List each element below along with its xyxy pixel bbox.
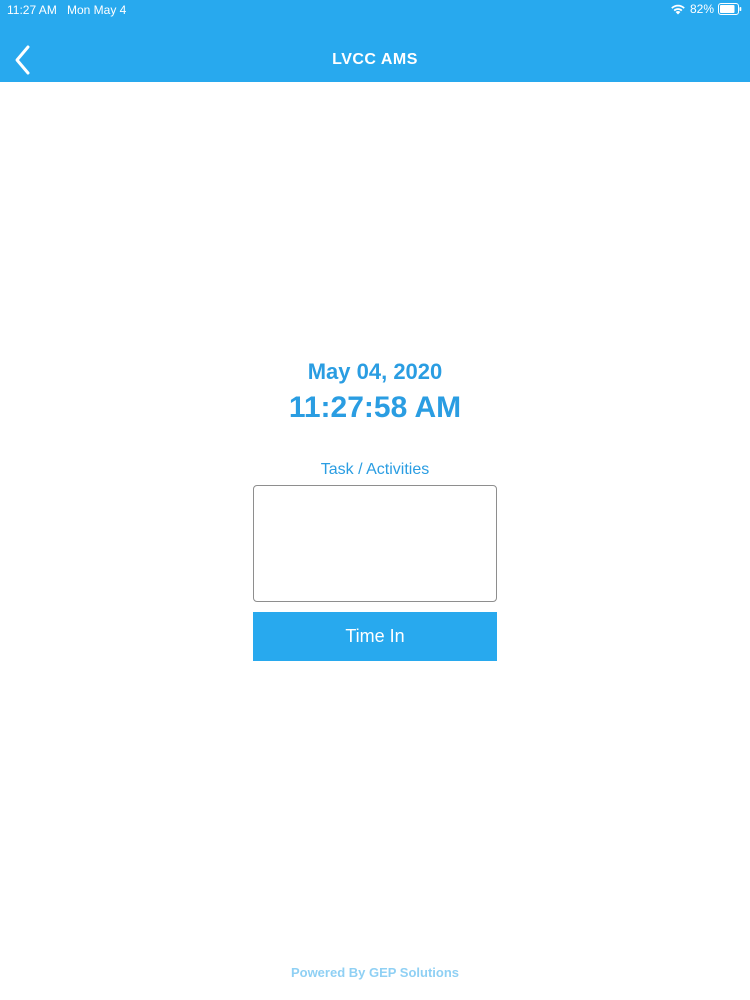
wifi-icon: [671, 4, 685, 15]
battery-percent: 82%: [689, 2, 714, 16]
status-indicators: 82%: [670, 2, 742, 16]
time-in-button[interactable]: Time In: [253, 612, 497, 661]
current-date: May 04, 2020: [307, 359, 443, 384]
task-activities-label: Task / Activities: [320, 461, 430, 478]
status-time: 11:27 AM: [7, 3, 57, 17]
header-bar: 11:27 AM Mon May 4 82% LVCC AMS: [0, 0, 750, 82]
task-activities-input[interactable]: [253, 485, 497, 602]
page-title: LVCC AMS: [332, 51, 418, 68]
battery-icon: [718, 3, 742, 15]
current-time: 11:27:58 AM: [288, 391, 462, 424]
powered-by-footer: Powered By GEP Solutions: [290, 965, 460, 980]
status-date: Mon May 4: [67, 3, 127, 17]
status-bar: 11:27 AM Mon May 4 82%: [0, 0, 750, 20]
